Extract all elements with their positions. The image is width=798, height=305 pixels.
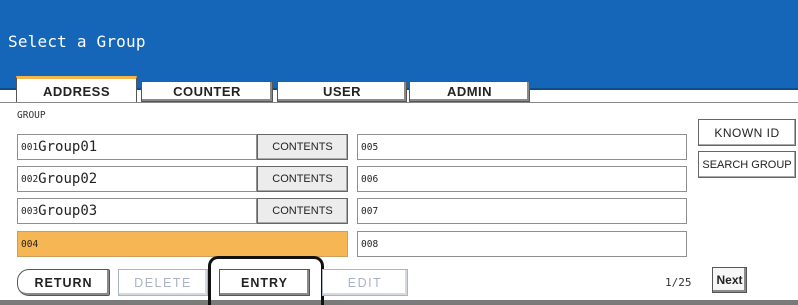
group-number: 004: [21, 238, 39, 250]
group-number: 003: [21, 205, 39, 217]
group-cell-001[interactable]: 001 Group01: [17, 134, 257, 160]
delete-button[interactable]: DELETE: [118, 269, 208, 296]
group-number: 006: [361, 173, 379, 185]
contents-button-002[interactable]: CONTENTS: [257, 166, 348, 192]
group-cell-003[interactable]: 003 Group03: [17, 198, 257, 224]
bottom-divider: [0, 300, 798, 305]
group-name: Group01: [38, 139, 98, 155]
page-indicator: 1/25: [665, 276, 692, 289]
edit-button[interactable]: EDIT: [322, 269, 408, 296]
group-cell-005[interactable]: 005: [357, 134, 687, 160]
page-title: Select a Group: [8, 32, 146, 51]
search-group-button[interactable]: SEARCH GROUP: [698, 151, 796, 178]
tab-bar: ADDRESS COUNTER USER ADMIN: [0, 76, 798, 104]
group-cell-007[interactable]: 007: [357, 198, 687, 224]
return-button[interactable]: RETURN: [17, 269, 110, 296]
contents-button-003[interactable]: CONTENTS: [257, 198, 348, 224]
group-list-label: GROUP: [17, 110, 46, 121]
tab-admin[interactable]: ADMIN: [409, 81, 530, 102]
tab-counter[interactable]: COUNTER: [141, 81, 273, 102]
tab-user[interactable]: USER: [277, 81, 407, 102]
group-number: 002: [21, 173, 39, 185]
group-number: 001: [21, 141, 39, 153]
tab-address[interactable]: ADDRESS: [16, 76, 137, 104]
group-name: Group02: [38, 171, 98, 187]
group-number: 007: [361, 205, 379, 217]
group-cell-004[interactable]: 004: [17, 231, 348, 257]
contents-button-001[interactable]: CONTENTS: [257, 134, 348, 160]
group-cell-006[interactable]: 006: [357, 166, 687, 192]
group-number: 005: [361, 141, 379, 153]
known-id-button[interactable]: KNOWN ID: [698, 119, 796, 146]
next-page-button[interactable]: Next: [712, 267, 747, 293]
entry-button[interactable]: ENTRY: [219, 269, 310, 296]
group-number: 008: [361, 238, 379, 250]
group-cell-008[interactable]: 008: [357, 231, 687, 257]
group-name: Group03: [38, 203, 98, 219]
group-cell-002[interactable]: 002 Group02: [17, 166, 257, 192]
